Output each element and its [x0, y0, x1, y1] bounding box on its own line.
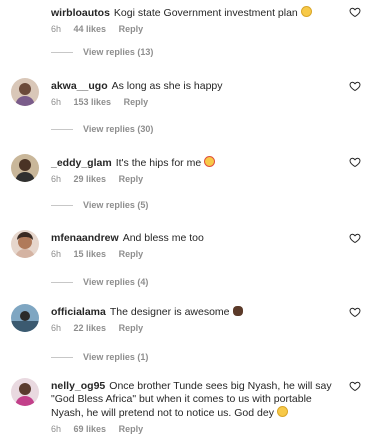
avatar[interactable] [11, 304, 39, 332]
heart-icon[interactable] [349, 232, 361, 244]
reply-button[interactable]: Reply [119, 24, 144, 34]
comment-username[interactable]: wirbloautos [51, 7, 110, 19]
comment-meta: 6h 69 likes Reply [51, 424, 341, 434]
view-replies-label: View replies (30) [83, 124, 154, 134]
grin-emoji [300, 6, 312, 17]
open-mouth-emoji [276, 406, 288, 417]
comment-username[interactable]: _eddy_glam [51, 157, 112, 169]
comment-likes[interactable]: 29 likes [74, 174, 107, 184]
comment-time: 6h [51, 249, 62, 259]
reply-button[interactable]: Reply [119, 424, 144, 434]
view-replies-button[interactable]: View replies (4) [51, 277, 148, 287]
view-replies-label: View replies (1) [83, 352, 149, 362]
avatar[interactable] [11, 78, 39, 106]
comment-meta: 6h 29 likes Reply [51, 174, 341, 184]
comment-body: And bless me too [122, 232, 204, 244]
avatar[interactable] [11, 378, 39, 406]
avatar[interactable] [11, 154, 39, 182]
view-replies-button[interactable]: View replies (30) [51, 124, 153, 134]
heart-icon[interactable] [349, 156, 361, 168]
clapping-hands-emoji [232, 306, 243, 316]
heart-icon[interactable] [349, 6, 361, 18]
comment-time: 6h [51, 174, 62, 184]
comment-text: wirbloautos Kogi state Government investm… [51, 6, 341, 20]
comment-time: 6h [51, 24, 62, 34]
comment-username[interactable]: akwa__ugo [51, 80, 108, 92]
divider [51, 204, 73, 206]
avatar[interactable] [11, 230, 39, 258]
comment-time: 6h [51, 97, 62, 107]
divider [51, 51, 73, 53]
comment-body: It's the hips for me [115, 157, 202, 169]
view-replies-button[interactable]: View replies (1) [51, 352, 148, 362]
comment-body: The designer is awesome [109, 306, 230, 318]
comment-username[interactable]: nelly_og95 [51, 380, 105, 392]
comment-text: officialama The designer is awesome [51, 306, 341, 319]
view-replies-label: View replies (4) [83, 277, 149, 287]
view-replies-button[interactable]: View replies (13) [51, 47, 153, 57]
reply-button[interactable]: Reply [119, 249, 144, 259]
heart-icon[interactable] [349, 380, 361, 392]
divider [51, 281, 73, 283]
comment-time: 6h [51, 323, 62, 333]
comment-likes[interactable]: 153 likes [74, 97, 112, 107]
heart-icon[interactable] [349, 306, 361, 318]
comment-username[interactable]: mfenaandrew [51, 232, 119, 244]
comment-likes[interactable]: 22 likes [74, 323, 107, 333]
heart-icon[interactable] [349, 80, 361, 92]
comment-time: 6h [51, 424, 62, 434]
view-replies-label: View replies (13) [83, 47, 154, 57]
comment-body: Kogi state Government investment plan [113, 7, 298, 19]
divider [51, 128, 73, 130]
reply-button[interactable]: Reply [119, 174, 144, 184]
heart-eyes-emoji [204, 156, 216, 167]
comment-likes[interactable]: 69 likes [74, 424, 107, 434]
comment-text: akwa__ugo As long as she is happy [51, 80, 341, 93]
reply-button[interactable]: Reply [124, 97, 149, 107]
view-replies-label: View replies (5) [83, 200, 149, 210]
comment-text: mfenaandrew And bless me too [51, 232, 341, 245]
comment-meta: 6h 15 likes Reply [51, 249, 341, 259]
comment-body: As long as she is happy [111, 80, 223, 92]
comment-meta: 6h 44 likes Reply [51, 24, 341, 34]
comment-likes[interactable]: 15 likes [74, 249, 107, 259]
comment-meta: 6h 22 likes Reply [51, 323, 341, 333]
divider [51, 356, 73, 358]
comment-text: _eddy_glam It's the hips for me [51, 156, 341, 170]
comment-text: nelly_og95 Once brother Tunde sees big Ny… [51, 380, 341, 420]
view-replies-button[interactable]: View replies (5) [51, 200, 148, 210]
comment-username[interactable]: officialama [51, 306, 106, 318]
comment-likes[interactable]: 44 likes [74, 24, 107, 34]
comment-meta: 6h 153 likes Reply [51, 97, 341, 107]
reply-button[interactable]: Reply [119, 323, 144, 333]
